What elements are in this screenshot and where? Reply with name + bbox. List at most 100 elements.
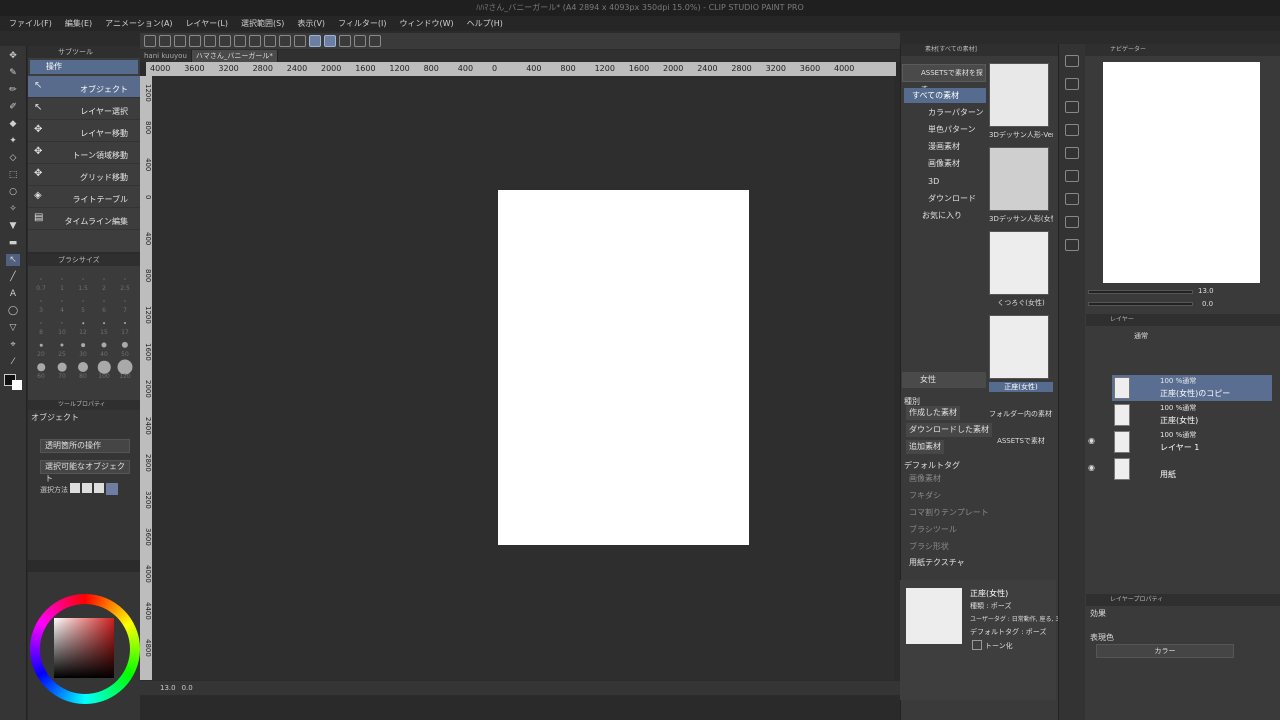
menu-edit[interactable]: 編集(E) xyxy=(65,18,92,29)
tree-download[interactable]: ダウンロード xyxy=(904,191,986,206)
snap-special-ruler-icon[interactable] xyxy=(324,35,336,47)
brush-size-cell[interactable]: 1 xyxy=(52,272,72,292)
deftag-brush-shape[interactable]: ブラシ形状 xyxy=(906,540,952,554)
subtool-group-operation[interactable]: 操作 xyxy=(30,60,138,74)
menu-file[interactable]: ファイル(F) xyxy=(9,18,52,29)
pencil-icon[interactable]: ✏ xyxy=(6,84,20,96)
brush-size-cell[interactable]: 2.5 xyxy=(115,272,135,292)
selection-icon[interactable]: ⬚ xyxy=(6,169,20,181)
redo-icon[interactable] xyxy=(219,35,231,47)
tree-mono-pattern[interactable]: 単色パターン xyxy=(904,122,986,137)
subtool-object[interactable]: ↖ オブジェクト xyxy=(28,76,140,98)
assets-search-button[interactable]: ASSETSで素材を探す xyxy=(902,64,986,93)
deftag-balloon[interactable]: フキダシ xyxy=(906,489,944,503)
tag-added[interactable]: 追加素材 xyxy=(906,440,944,454)
tone-checkbox[interactable] xyxy=(972,640,982,650)
thumb-3d-doll[interactable] xyxy=(989,63,1049,127)
tag-downloaded[interactable]: ダウンロードした素材 xyxy=(906,423,992,437)
brush-size-cell[interactable]: 25 xyxy=(52,338,72,358)
deftag-brush-tool[interactable]: ブラシツール xyxy=(906,523,960,537)
subtool-tone-move[interactable]: ✥ トーン領域移動 xyxy=(28,142,140,164)
tree-manga-material[interactable]: 漫画素材 xyxy=(904,139,986,154)
eye-icon[interactable]: ◉ xyxy=(1088,463,1098,473)
brush-size-cell[interactable]: 3 xyxy=(31,294,51,314)
line-icon[interactable]: ╱ xyxy=(6,271,20,283)
brush-size-cell[interactable]: 12 xyxy=(73,316,93,336)
panel-icon[interactable] xyxy=(1065,101,1079,113)
transform-icon[interactable] xyxy=(249,35,261,47)
subtool-timeline-edit[interactable]: ▤ タイムライン編集 xyxy=(28,208,140,230)
pen-icon[interactable]: ✎ xyxy=(6,67,20,79)
panel-icon[interactable] xyxy=(1065,78,1079,90)
method-icon[interactable] xyxy=(94,483,104,493)
undo-icon[interactable] xyxy=(204,35,216,47)
menu-layer[interactable]: レイヤー(L) xyxy=(186,18,228,29)
brush-size-cell[interactable]: 60 xyxy=(31,360,51,380)
blend-icon[interactable]: ◇ xyxy=(6,152,20,164)
ruler-icon[interactable] xyxy=(354,35,366,47)
thumb-3d-doll-female[interactable] xyxy=(989,147,1049,211)
rotate-slider[interactable] xyxy=(1088,302,1193,306)
brush-icon[interactable]: ✐ xyxy=(6,101,20,113)
panel-icon[interactable] xyxy=(1065,55,1079,67)
brush-size-cell[interactable]: 20 xyxy=(31,338,51,358)
brush-size-cell[interactable]: 2 xyxy=(94,272,114,292)
layer-row[interactable]: 用紙 xyxy=(1112,456,1272,482)
tab-hani-kuuyou[interactable]: hani kuuyou xyxy=(140,50,192,62)
selectable-object-dropdown[interactable]: 選択可能なオブジェクト xyxy=(40,460,130,483)
panel-icon[interactable] xyxy=(1065,239,1079,251)
saturation-value-square[interactable] xyxy=(54,618,114,678)
deftag-frame-template[interactable]: コマ割りテンプレート xyxy=(906,506,992,520)
brush-size-cell[interactable]: 4 xyxy=(52,294,72,314)
tree-all-materials[interactable]: すべての素材 xyxy=(904,88,986,103)
brush-size-cell[interactable]: 30 xyxy=(73,338,93,358)
brush-size-cell[interactable]: 6 xyxy=(94,294,114,314)
menu-selection[interactable]: 選択範囲(S) xyxy=(241,18,284,29)
brush-size-cell[interactable]: 5 xyxy=(73,294,93,314)
zoom-slider[interactable] xyxy=(1088,290,1193,294)
nav-zoom-value[interactable]: 13.0 xyxy=(1198,287,1214,295)
subtool-layer-select[interactable]: ↖ レイヤー選択 xyxy=(28,98,140,120)
menu-animation[interactable]: アニメーション(A) xyxy=(105,18,172,29)
tree-color-pattern[interactable]: カラーパターン xyxy=(904,105,986,120)
sub-color-swatch[interactable] xyxy=(12,380,22,390)
new-file-icon[interactable] xyxy=(159,35,171,47)
crop-icon[interactable] xyxy=(294,35,306,47)
assets-link[interactable]: ASSETSで素材 xyxy=(989,436,1053,446)
brush-size-cell[interactable]: 8 xyxy=(31,316,51,336)
menu-window[interactable]: ウィンドウ(W) xyxy=(400,18,454,29)
subtool-layer-move[interactable]: ✥ レイヤー移動 xyxy=(28,120,140,142)
decoration-icon[interactable]: ✦ xyxy=(6,135,20,147)
brush-size-cell[interactable]: 40 xyxy=(94,338,114,358)
move-icon[interactable]: ✥ xyxy=(6,50,20,62)
panel-icon[interactable] xyxy=(1065,216,1079,228)
clip-studio-icon[interactable] xyxy=(144,35,156,47)
method-icon[interactable] xyxy=(70,483,80,493)
navigator-preview[interactable] xyxy=(1103,62,1260,283)
angle-value[interactable]: 0.0 xyxy=(182,684,193,692)
clear-icon[interactable] xyxy=(234,35,246,47)
brush-size-cell[interactable]: 0.7 xyxy=(31,272,51,292)
brush-size-cell[interactable]: 80 xyxy=(73,360,93,380)
nav-angle-value[interactable]: 0.0 xyxy=(1202,300,1213,308)
brush-size-cell[interactable]: 7 xyxy=(115,294,135,314)
tree-3d[interactable]: 3D xyxy=(904,174,986,189)
open-file-icon[interactable] xyxy=(174,35,186,47)
panel-icon[interactable] xyxy=(1065,147,1079,159)
correct-line-icon[interactable]: ⌖ xyxy=(6,339,20,351)
panel-icon[interactable] xyxy=(1065,170,1079,182)
method-icon[interactable] xyxy=(82,483,92,493)
frame-icon[interactable]: ▽ xyxy=(6,322,20,334)
display-color-dropdown[interactable]: カラー xyxy=(1096,644,1234,658)
brush-size-cell[interactable]: 1.5 xyxy=(73,272,93,292)
blend-mode-dropdown[interactable]: 通常 xyxy=(1134,331,1148,341)
menu-filter[interactable]: フィルター(I) xyxy=(338,18,386,29)
brush-size-cell[interactable]: 17 xyxy=(115,316,135,336)
subtool-light-table[interactable]: ◈ ライトテーブル xyxy=(28,186,140,208)
eyedropper-icon[interactable]: ⁄ xyxy=(6,356,20,368)
operation-icon[interactable]: ↖ xyxy=(6,254,20,266)
auto-select-icon[interactable]: ✧ xyxy=(6,203,20,215)
deselect-icon[interactable] xyxy=(264,35,276,47)
brush-size-cell[interactable]: 15 xyxy=(94,316,114,336)
brush-size-cell[interactable]: 70 xyxy=(52,360,72,380)
